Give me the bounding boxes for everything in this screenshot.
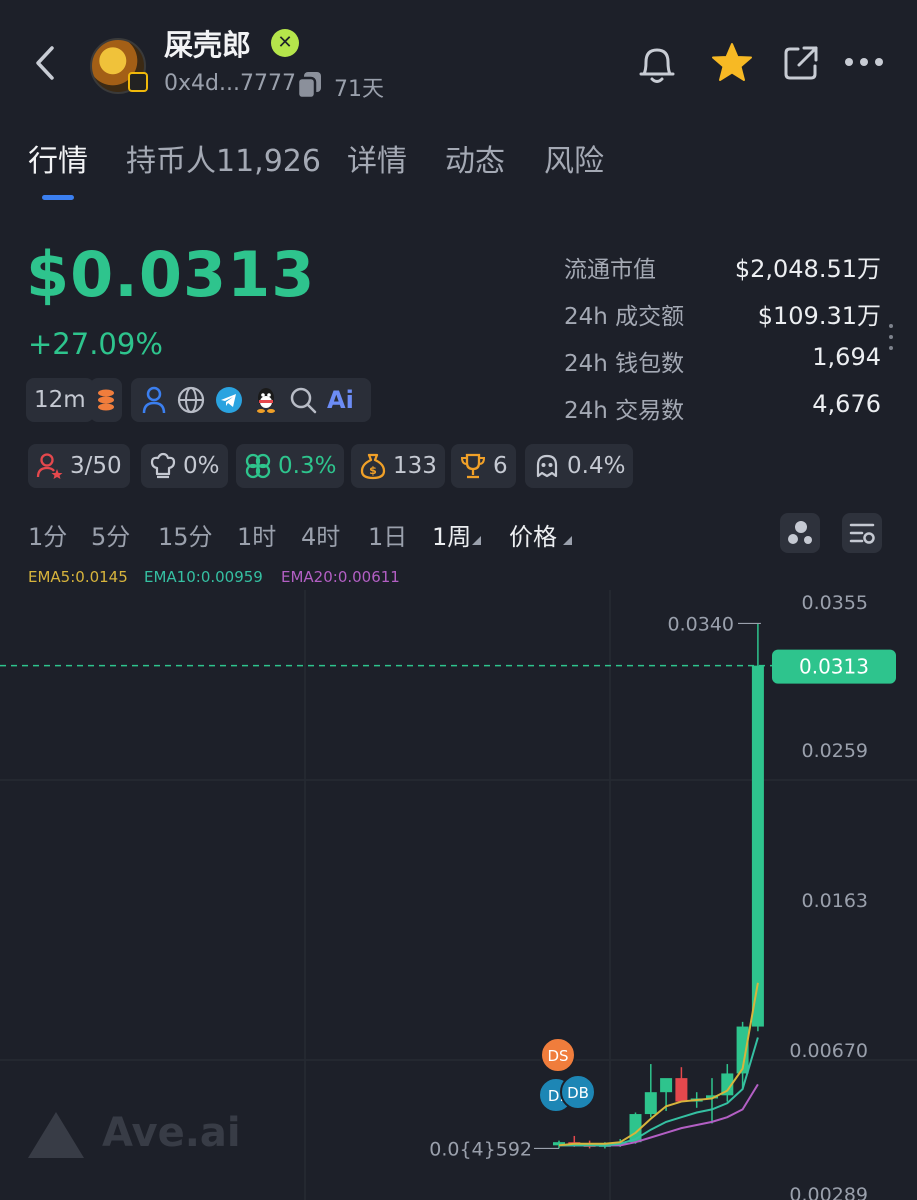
back-arrow-icon[interactable] [30,40,64,86]
social-links-chip: Ai [131,378,371,422]
y-axis-tick-label: 0.00670 [789,1040,868,1062]
price-chart[interactable]: Ave.ai 0.0355 0.0259 0.0163 0.00670 0.00289 0.… [0,590,917,1200]
candle-body[interactable] [675,1078,688,1102]
trophy-icon [460,453,486,479]
interval-1w[interactable]: 1周 [432,517,471,552]
high-price-label: 0.0340 [668,613,734,635]
globe-icon[interactable] [177,386,205,414]
current-price-tag-label: 0.0313 [799,655,869,679]
trade-marker-label: DS [547,1047,568,1065]
y-axis-tick-label: 0.0163 [802,890,868,912]
age-chip-label: 12m [34,387,86,413]
stat-market-cap-value: $2,048.51万 [734,255,881,283]
top-holders-chip[interactable]: 6 [451,444,516,488]
user-icon[interactable] [141,386,167,414]
interval-1h[interactable]: 1时 [237,517,276,552]
chain-badge-icon [128,72,148,92]
interval-4h[interactable]: 4时 [301,517,340,552]
star-icon[interactable] [710,42,754,84]
coins-chip[interactable] [90,378,122,422]
candle-body[interactable] [751,665,764,1027]
ema10-label: EMA10:0.00959 [144,568,263,586]
stat-volume-label: 24h 成交额 [564,304,685,330]
interval-15m[interactable]: 15分 [158,517,213,552]
settings-sliders-icon [849,523,875,544]
y-axis-tick-label: 0.0259 [802,740,868,762]
fees-value: 133 [393,453,437,479]
stat-market-cap-label: 流通市值 [564,257,656,283]
bundle-value: 0.3% [278,453,337,479]
money-bag-icon: $ [360,453,386,480]
interval-1m[interactable]: 1分 [28,517,67,552]
user-star-icon [36,453,63,479]
tab-indicator [42,195,74,200]
verified-icon: ✕ [271,29,299,57]
stat-wallets-value: 1,694 [812,343,881,371]
sniper-icon [536,454,558,478]
indicator-icon [788,521,812,544]
watermark-logo: Ave.ai [28,1110,241,1158]
indicator-button[interactable] [780,513,820,553]
ema5-line [558,982,759,1147]
candle-body[interactable] [660,1078,673,1093]
watermark-logo-icon [28,1112,84,1158]
bell-icon[interactable] [636,42,678,86]
chef-hat-icon [150,452,176,479]
fees-chip[interactable]: $ 133 [351,444,445,488]
trade-marker-label: DB [567,1084,589,1102]
tab-market[interactable]: 行情 [28,136,88,180]
stat-wallets-label: 24h 钱包数 [564,351,685,377]
side-more-icon[interactable] [888,322,894,352]
ema5-label: EMA5:0.0145 [28,568,128,586]
candle-body[interactable] [644,1092,657,1115]
svg-text:$: $ [369,464,377,477]
token-address: 0x4d...7777 [164,71,296,96]
sniper-value: 0.4% [567,453,626,479]
bundle-chip[interactable]: 0.3% [236,444,345,488]
more-icon[interactable] [844,56,884,68]
y-axis-tick-label: 0.0355 [802,592,868,614]
top-holders-value: 6 [493,453,508,479]
dev-chip[interactable]: 0% [141,444,228,488]
qq-icon[interactable] [253,386,279,414]
y-axis-tick-label: 0.00289 [789,1184,868,1200]
current-price: $0.0313 [26,238,316,311]
price-mode-select[interactable]: 价格 [509,517,557,552]
share-icon[interactable] [782,44,820,82]
chart-settings-button[interactable] [842,513,882,553]
watermark-text: Ave.ai [102,1110,241,1156]
tab-activity[interactable]: 动态 [445,136,505,180]
ai-icon[interactable]: Ai [327,386,354,414]
interval-dropdown-icon[interactable] [472,536,481,545]
tab-holders[interactable]: 持币人11,926 [126,136,321,180]
stat-trades-value: 4,676 [812,390,881,418]
tab-risk[interactable]: 风险 [544,136,604,180]
age-chip: 12m [26,378,94,422]
insiders-chip[interactable]: 3/50 [28,444,130,488]
coins-icon [98,389,114,411]
price-change: +27.09% [28,327,163,361]
insiders-value: 3/50 [70,453,122,479]
copy-icon[interactable] [296,70,324,100]
stat-volume-value: $109.31万 [757,302,881,330]
interval-1d[interactable]: 1日 [368,517,407,552]
sniper-chip[interactable]: 0.4% [525,444,634,488]
low-price-label: 0.0{4}592 [429,1138,532,1160]
tab-details[interactable]: 详情 [347,136,407,180]
interval-5m[interactable]: 5分 [91,517,130,552]
dev-value: 0% [183,453,220,479]
ema20-label: EMA20:0.00611 [281,568,400,586]
price-mode-dropdown-icon[interactable] [563,536,572,545]
stat-trades-label: 24h 交易数 [564,398,685,424]
token-name: 屎壳郎 [164,28,252,62]
telegram-icon[interactable] [215,386,243,414]
bundle-icon [245,453,271,479]
token-age: 71天 [334,77,384,102]
search-icon[interactable] [289,386,317,414]
